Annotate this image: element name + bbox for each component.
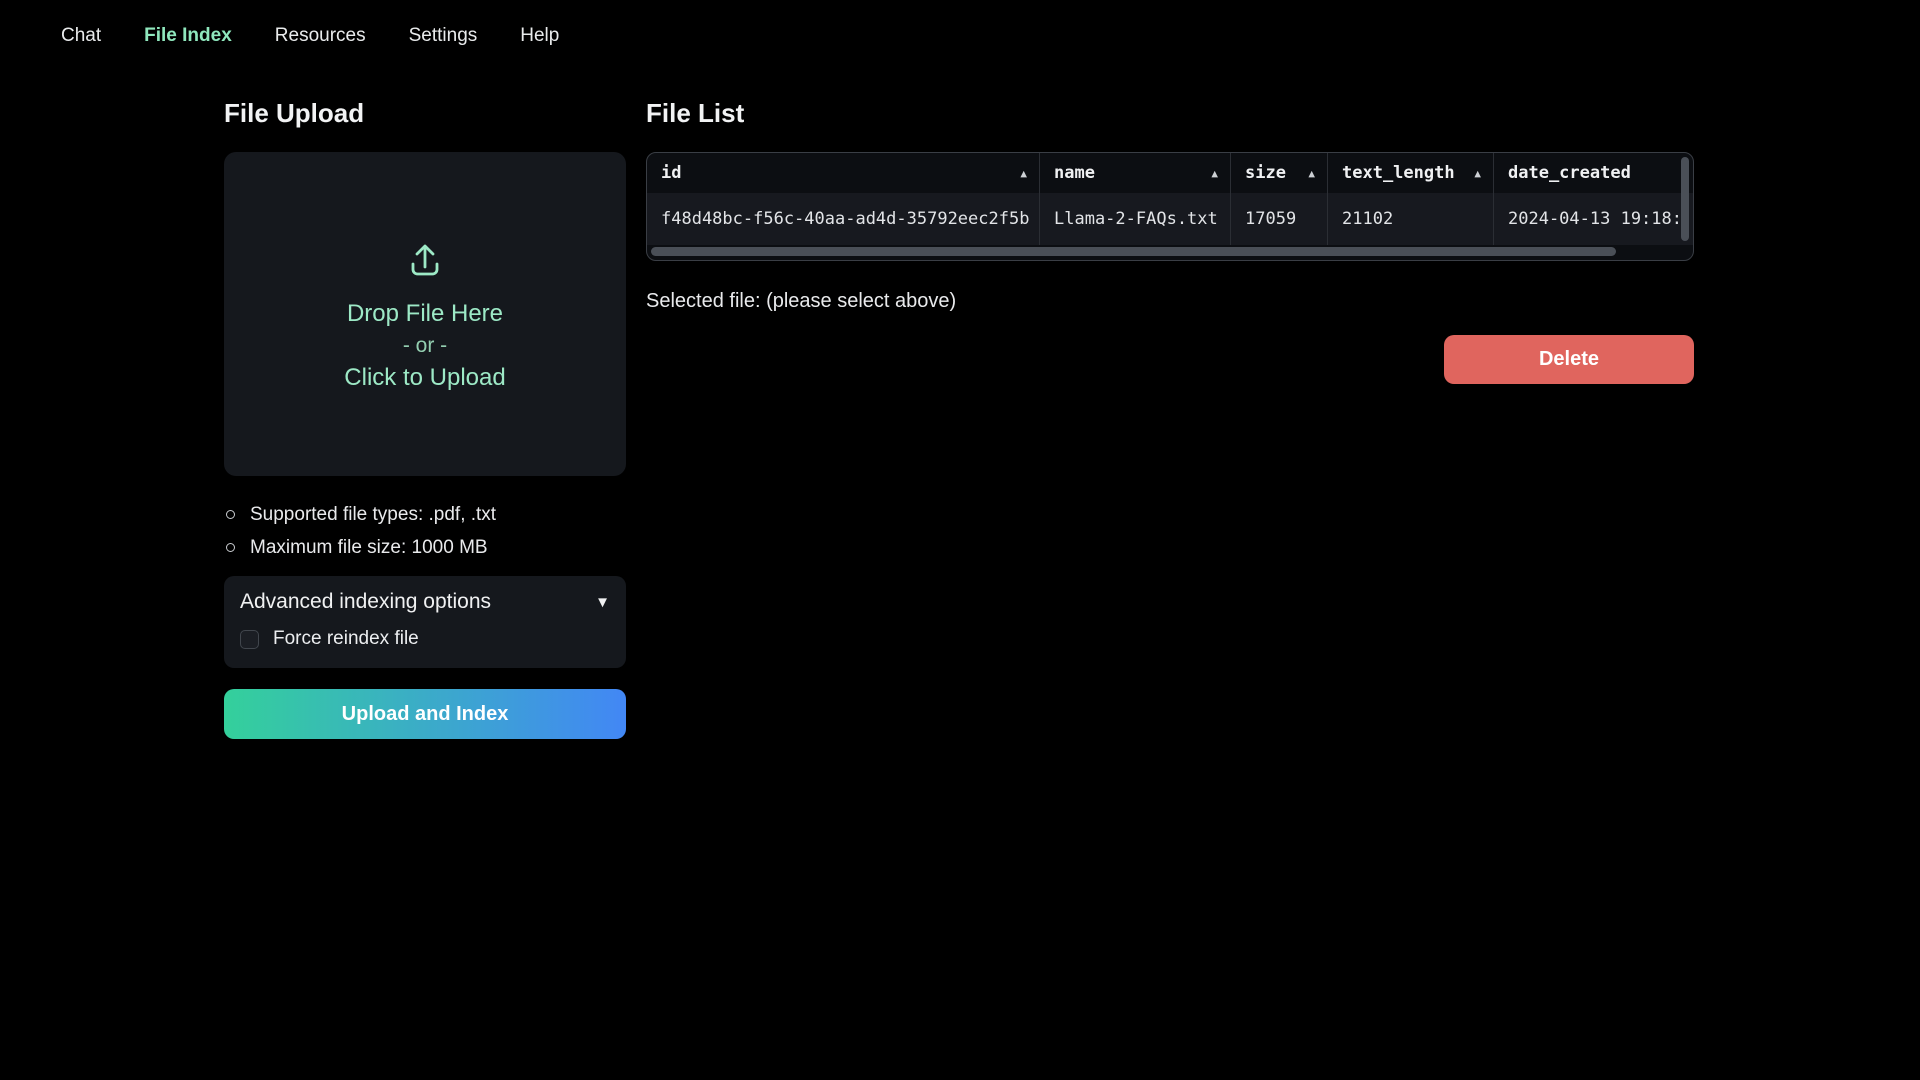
bullet-icon xyxy=(226,510,235,519)
force-reindex-checkbox[interactable] xyxy=(240,630,259,649)
column-header-id[interactable]: id ▲ xyxy=(647,153,1040,193)
table-cell-text_length[interactable]: 21102 xyxy=(1328,193,1494,245)
drop-file-here-label: Drop File Here xyxy=(347,299,503,329)
or-label: - or - xyxy=(403,331,447,361)
column-label: text_length xyxy=(1342,163,1455,183)
upload-note-text: Maximum file size: 1000 MB xyxy=(250,531,488,564)
upload-note: Supported file types: .pdf, .txt xyxy=(224,498,626,531)
vertical-scrollbar[interactable] xyxy=(1681,157,1689,241)
sort-arrow-icon[interactable]: ▲ xyxy=(1010,167,1027,180)
tab-help[interactable]: Help xyxy=(520,25,559,47)
sort-arrow-icon[interactable]: ▲ xyxy=(1298,167,1315,180)
file-table-header: id ▲ name ▲ size ▲ text_length ▲ date_created xyxy=(647,153,1693,193)
selected-file-status: Selected file: (please select above) xyxy=(646,289,1694,313)
column-label: date_created xyxy=(1508,163,1631,183)
column-header-name[interactable]: name ▲ xyxy=(1040,153,1231,193)
delete-button[interactable]: Delete xyxy=(1444,335,1694,384)
file-dropzone[interactable]: Drop File Here - or - Click to Upload xyxy=(224,152,626,476)
sort-arrow-icon[interactable]: ▲ xyxy=(1464,167,1481,180)
advanced-options-body: Force reindex file xyxy=(240,628,610,650)
advanced-options-header[interactable]: Advanced indexing options ▼ xyxy=(240,590,610,614)
file-list-title: File List xyxy=(646,98,1694,128)
sort-arrow-icon[interactable]: ▲ xyxy=(1201,167,1218,180)
file-upload-panel: File Upload Drop File Here - or - Click … xyxy=(224,90,626,739)
table-cell-id[interactable]: f48d48bc-f56c-40aa-ad4d-35792eec2f5b xyxy=(647,193,1040,245)
upload-notes-list: Supported file types: .pdf, .txtMaximum … xyxy=(224,498,626,564)
main-content: File Upload Drop File Here - or - Click … xyxy=(224,90,1694,739)
upload-note: Maximum file size: 1000 MB xyxy=(224,531,626,564)
tab-settings[interactable]: Settings xyxy=(409,25,478,47)
click-to-upload-link[interactable]: Click to Upload xyxy=(344,363,505,393)
advanced-options-accordion: Advanced indexing options ▼ Force reinde… xyxy=(224,576,626,668)
tab-resources[interactable]: Resources xyxy=(275,25,366,47)
column-header-size[interactable]: size ▲ xyxy=(1231,153,1328,193)
table-cell-name[interactable]: Llama-2-FAQs.txt xyxy=(1040,193,1231,245)
column-label: size xyxy=(1245,163,1286,183)
chevron-down-icon: ▼ xyxy=(595,595,610,610)
column-header-text_length[interactable]: text_length ▲ xyxy=(1328,153,1494,193)
column-label: id xyxy=(661,163,681,183)
column-header-date_created[interactable]: date_created xyxy=(1494,153,1693,193)
upload-note-text: Supported file types: .pdf, .txt xyxy=(250,498,496,531)
tab-file-index[interactable]: File Index xyxy=(144,25,232,47)
top-nav: Chat File Index Resources Settings Help xyxy=(0,0,1920,95)
horizontal-scrollbar[interactable] xyxy=(651,247,1616,256)
upload-icon xyxy=(403,236,447,285)
table-row[interactable]: f48d48bc-f56c-40aa-ad4d-35792eec2f5bLlam… xyxy=(647,193,1693,245)
column-label: name xyxy=(1054,163,1095,183)
bullet-icon xyxy=(226,543,235,552)
file-table: id ▲ name ▲ size ▲ text_length ▲ date_created f4… xyxy=(646,152,1694,261)
force-reindex-label[interactable]: Force reindex file xyxy=(273,628,419,650)
file-upload-title: File Upload xyxy=(224,98,626,128)
table-cell-date_created[interactable]: 2024-04-13 19:18: xyxy=(1494,193,1693,245)
upload-and-index-button[interactable]: Upload and Index xyxy=(224,689,626,739)
table-cell-size[interactable]: 17059 xyxy=(1231,193,1328,245)
tab-chat[interactable]: Chat xyxy=(61,25,101,47)
advanced-options-title: Advanced indexing options xyxy=(240,590,491,614)
file-list-panel: File List id ▲ name ▲ size ▲ text_length ▲ date_… xyxy=(646,90,1694,384)
